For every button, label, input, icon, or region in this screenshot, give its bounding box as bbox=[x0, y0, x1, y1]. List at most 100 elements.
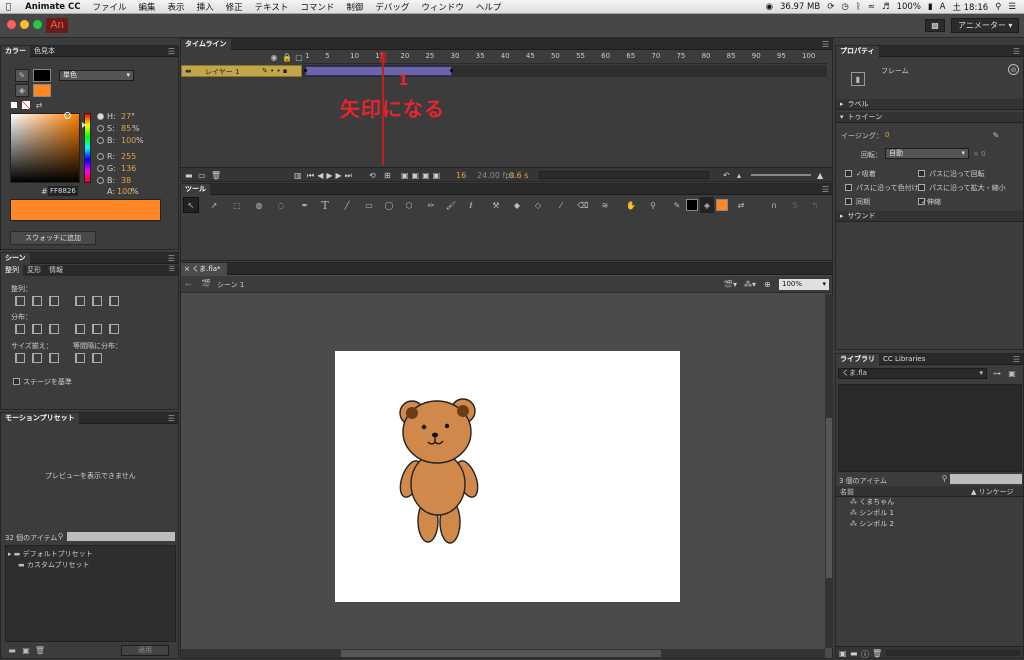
align-left-icon[interactable] bbox=[15, 296, 25, 306]
battery-icon[interactable]: ▮ bbox=[928, 2, 933, 12]
tab-tools[interactable]: ツール bbox=[181, 183, 210, 195]
align-right-icon[interactable] bbox=[49, 296, 59, 306]
library-item[interactable]: ⁂ シンボル 2 bbox=[850, 519, 894, 529]
hand-tool-icon[interactable]: ✋ bbox=[623, 197, 639, 213]
elapsed-time[interactable]: 0.6 s bbox=[509, 171, 528, 180]
straighten-icon[interactable]: ↰ bbox=[807, 197, 823, 213]
value-s[interactable]: 85 bbox=[121, 124, 131, 133]
menu-edit[interactable]: 編集 bbox=[133, 1, 162, 13]
pen-tool-icon[interactable]: ✒ bbox=[297, 197, 313, 213]
section-tween[interactable]: ▾ トゥイーン bbox=[836, 112, 1023, 123]
ink-bottle-tool-icon[interactable]: ◇ bbox=[530, 197, 546, 213]
distribute-right-icon[interactable] bbox=[109, 324, 119, 334]
pencil-tool-icon[interactable]: ✏ bbox=[423, 197, 439, 213]
fill-color-icon[interactable]: ◈ bbox=[700, 197, 714, 213]
new-library-panel-icon[interactable]: ▣ bbox=[1007, 368, 1017, 379]
tab-timeline[interactable]: タイムライン bbox=[181, 38, 231, 50]
properties-icon[interactable]: ⓘ bbox=[861, 649, 869, 660]
delete-icon[interactable]: 🗑 bbox=[35, 645, 45, 655]
tab-properties[interactable]: プロパティ bbox=[836, 45, 879, 57]
snap-checkbox[interactable] bbox=[845, 170, 852, 177]
new-folder-icon[interactable]: ▬ bbox=[850, 649, 858, 658]
layer-frames[interactable] bbox=[302, 65, 827, 77]
value-r[interactable]: 255 bbox=[121, 152, 136, 161]
panel-menu-icon[interactable]: ☰ bbox=[822, 40, 832, 49]
onion-skin-icons[interactable]: ▣▣▣▣ bbox=[401, 171, 443, 180]
value-blue[interactable]: 38 bbox=[121, 176, 131, 185]
alpha-value[interactable]: 100 bbox=[117, 187, 132, 196]
fill-bucket-icon[interactable]: ◈ bbox=[15, 84, 29, 97]
radio-g[interactable] bbox=[97, 165, 104, 172]
eraser-tool-icon[interactable]: ⌫ bbox=[575, 197, 591, 213]
tab-color[interactable]: カラー bbox=[1, 45, 30, 57]
motion-tween-span[interactable] bbox=[305, 66, 452, 76]
snap-magnet-icon[interactable]: ∩ bbox=[766, 197, 782, 213]
end-keyframe[interactable] bbox=[450, 69, 453, 72]
line-tool-icon[interactable]: ╱ bbox=[339, 197, 355, 213]
panel-menu-icon[interactable]: ☰ bbox=[1013, 47, 1023, 56]
sync-checkbox[interactable] bbox=[845, 198, 852, 205]
no-color-icon[interactable] bbox=[22, 101, 30, 109]
tab-motion-presets[interactable]: モーションプリセット bbox=[1, 412, 79, 424]
layer-name[interactable]: レイヤー 1 bbox=[205, 67, 239, 77]
tab-scene[interactable]: シーン bbox=[1, 252, 30, 264]
preset-search-input[interactable] bbox=[67, 532, 175, 541]
clock-icon[interactable]: ◷ bbox=[841, 2, 848, 12]
show-hide-icon[interactable]: ◉ bbox=[269, 52, 279, 62]
zoom-out-icon[interactable]: ▴ bbox=[737, 171, 741, 180]
add-swatch-button[interactable]: スウォッチに追加 bbox=[10, 231, 96, 245]
tab-library[interactable]: ライブラリ bbox=[836, 353, 879, 365]
sync-icon[interactable]: ⟳ bbox=[827, 2, 834, 12]
fill-type-select[interactable]: 単色 ▾ bbox=[59, 70, 134, 81]
col-linkage[interactable]: ▲ リンケージ bbox=[971, 487, 1013, 497]
tool-fill-swatch[interactable] bbox=[716, 199, 728, 211]
color-path-checkbox[interactable] bbox=[845, 184, 852, 191]
back-arrow-icon[interactable]: ← bbox=[185, 280, 192, 289]
3d-rotation-tool-icon[interactable]: ◍ bbox=[251, 197, 267, 213]
distribute-center-v-icon[interactable] bbox=[32, 324, 42, 334]
timeline-scrollbar[interactable] bbox=[539, 171, 709, 179]
swap-colors-icon[interactable]: ⇄ bbox=[34, 100, 44, 110]
reset-icon[interactable]: ↶ bbox=[723, 171, 730, 180]
panel-menu-icon[interactable]: ☰ bbox=[169, 265, 178, 276]
playhead-handle[interactable] bbox=[380, 52, 386, 63]
value-b[interactable]: 100 bbox=[121, 136, 136, 145]
zoom-tool-icon[interactable]: ⚲ bbox=[645, 197, 661, 213]
menu-view[interactable]: 表示 bbox=[162, 1, 191, 13]
library-item[interactable]: ⁂ くまちゃん bbox=[850, 497, 894, 507]
apply-preset-button[interactable]: 適用 bbox=[121, 645, 169, 656]
align-top-icon[interactable] bbox=[75, 296, 85, 306]
zoom-select[interactable]: 100% ▾ bbox=[779, 279, 829, 290]
rectangle-tool-icon[interactable]: ▭ bbox=[361, 197, 377, 213]
smooth-icon[interactable]: S bbox=[787, 197, 803, 213]
delete-icon[interactable]: 🗑 bbox=[872, 649, 882, 658]
section-sound[interactable]: ▸ サウンド bbox=[836, 211, 1023, 222]
notification-icon[interactable]: ☰ bbox=[1008, 2, 1016, 12]
selection-tool-icon[interactable]: ↖ bbox=[183, 197, 199, 213]
saturation-brightness-field[interactable] bbox=[10, 112, 80, 183]
bone-tool-icon[interactable]: ⚒ bbox=[488, 197, 504, 213]
panel-menu-icon[interactable]: ☰ bbox=[168, 414, 178, 423]
menu-control[interactable]: 制御 bbox=[340, 1, 369, 13]
black-white-icon[interactable] bbox=[10, 101, 18, 109]
orient-path-checkbox[interactable] bbox=[918, 170, 925, 177]
color-picker-cursor[interactable] bbox=[64, 112, 71, 119]
tab-cc-libraries[interactable]: CC Libraries bbox=[879, 354, 929, 365]
minimize-window-button[interactable] bbox=[20, 20, 29, 29]
panel-menu-icon[interactable]: ☰ bbox=[168, 254, 178, 263]
distribute-left-icon[interactable] bbox=[75, 324, 85, 334]
library-search-input[interactable] bbox=[950, 474, 1022, 484]
layer-row[interactable]: ▬ レイヤー 1 ✎ • • ▪ bbox=[181, 65, 302, 77]
tab-info[interactable]: 情報 bbox=[45, 265, 67, 276]
menu-text[interactable]: テキスト bbox=[249, 1, 295, 13]
new-folder-icon[interactable]: ▬ bbox=[7, 645, 17, 655]
library-file-select[interactable]: くま.fla ▾ bbox=[838, 368, 987, 379]
tab-transform[interactable]: 変形 bbox=[23, 265, 45, 276]
value-g[interactable]: 136 bbox=[121, 164, 136, 173]
stroke-pencil-icon[interactable]: ✎ bbox=[15, 69, 29, 82]
radio-h[interactable] bbox=[97, 113, 104, 120]
space-vertical-icon[interactable] bbox=[75, 353, 85, 363]
menu-commands[interactable]: コマンド bbox=[294, 1, 340, 13]
radio-s[interactable] bbox=[97, 125, 104, 132]
paint-bucket-tool-icon[interactable]: ◆ bbox=[509, 197, 525, 213]
